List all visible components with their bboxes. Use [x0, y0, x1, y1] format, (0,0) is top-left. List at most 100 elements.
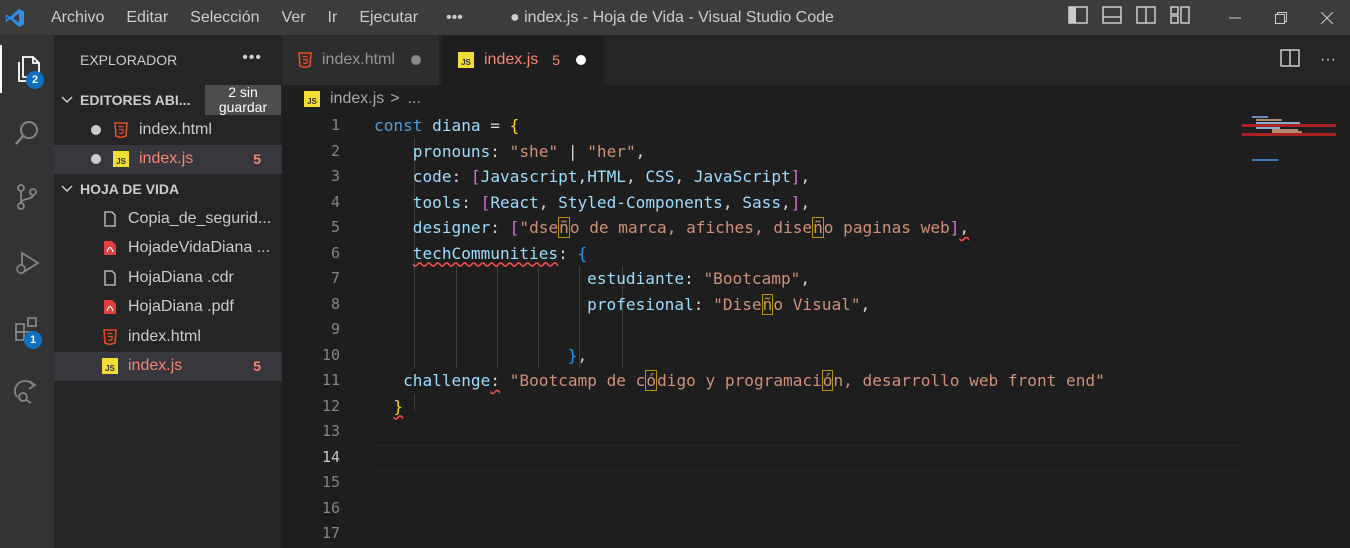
source-control-icon[interactable]: [0, 173, 54, 221]
code-line: techCommunities: {: [374, 241, 587, 267]
chevron-down-icon: [54, 185, 80, 193]
unsaved-dot-icon[interactable]: [410, 55, 421, 65]
extensions-icon[interactable]: 1: [0, 305, 54, 353]
minimap[interactable]: [1242, 113, 1350, 548]
code-token: o de marca, afiches, dise: [569, 218, 813, 237]
unsaved-dot-icon[interactable]: [91, 124, 101, 135]
code-token: ,: [959, 218, 970, 237]
file-item[interactable]: Copia_de_segurid...: [54, 204, 282, 234]
line-number-gutter: 1 2 3 4 5 6 7 8 9 10 11 12 13 14 15 16 17: [282, 113, 344, 548]
file-item[interactable]: HojadeVidaDiana ...: [54, 234, 282, 264]
search-icon[interactable]: [0, 109, 54, 157]
tab-index-js[interactable]: JS index.js 5: [442, 35, 604, 85]
line-number: 3: [330, 167, 340, 185]
code-token: "Bootcamp de c: [509, 371, 646, 390]
code-token: :: [451, 167, 471, 186]
explorer-more-actions-icon[interactable]: •••: [242, 49, 262, 67]
code-token: pronouns: [412, 141, 491, 161]
line-number: 6: [330, 243, 340, 262]
file-item[interactable]: HojaDiana .pdf: [54, 293, 282, 323]
code-token: [: [470, 167, 481, 186]
line-number: 13: [321, 422, 340, 440]
menu-ver[interactable]: Ver: [271, 0, 317, 35]
code-token: digo y programaci: [657, 371, 822, 390]
remote-explorer-icon[interactable]: [0, 367, 54, 415]
open-editor-item[interactable]: JS index.js 5: [54, 144, 282, 174]
file-item[interactable]: index.html: [54, 322, 282, 352]
explorer-icon[interactable]: 2: [0, 45, 54, 93]
breadcrumb-file[interactable]: index.js: [330, 90, 384, 108]
run-debug-icon[interactable]: [0, 239, 54, 287]
line-number: 12: [321, 396, 340, 415]
tab-label: index.js: [484, 51, 539, 68]
code-token: |: [558, 141, 588, 161]
explorer-header: EXPLORADOR •••: [54, 35, 282, 85]
menu-archivo[interactable]: Archivo: [40, 0, 115, 35]
html5-icon: [113, 121, 129, 138]
tab-index-html[interactable]: index.html: [282, 35, 439, 85]
code-token: ,: [860, 294, 871, 314]
menu-seleccion[interactable]: Selección: [179, 0, 270, 35]
code-token: "Bootcamp": [703, 269, 801, 288]
pdf-icon: [102, 240, 118, 256]
code-token: =: [480, 116, 510, 135]
code-token: }: [567, 345, 578, 365]
code-line: }: [374, 394, 403, 420]
menu-editar[interactable]: Editar: [115, 0, 179, 35]
code-line: challenge: "Bootcamp de código y program…: [374, 368, 1105, 394]
close-icon[interactable]: [1304, 0, 1350, 35]
code-token: HTML: [587, 167, 626, 186]
toggle-primary-sidebar-icon[interactable]: [1068, 6, 1088, 29]
line-number: 17: [321, 524, 340, 542]
vertical-scrollbar[interactable]: [1336, 113, 1350, 548]
code-line: },: [374, 343, 587, 369]
code-editor[interactable]: 1 2 3 4 5 6 7 8 9 10 11 12 13 14 15 16 17 const diana = …: [282, 113, 1350, 548]
folder-section[interactable]: HOJA DE VIDA: [54, 174, 282, 204]
file-icon: [102, 211, 118, 227]
code-token: "Dise: [713, 294, 762, 314]
current-line-highlight: [374, 445, 1242, 471]
split-editor-icon[interactable]: [1280, 48, 1300, 72]
menu-more[interactable]: •••: [435, 0, 474, 35]
activity-bar: 2 1: [0, 35, 54, 548]
code-token: {: [577, 243, 588, 263]
unsaved-dot-icon[interactable]: [91, 154, 101, 165]
code-token: ]: [790, 192, 801, 212]
line-number: 8: [330, 294, 340, 313]
line-number: 9: [330, 320, 340, 338]
code-line: designer: ["dseño de marca, afiches, dis…: [374, 215, 969, 241]
breadcrumb-symbol[interactable]: ...: [408, 90, 421, 108]
code-token: :: [461, 192, 481, 212]
file-item[interactable]: JS index.js 5: [54, 351, 282, 381]
restore-icon[interactable]: [1258, 0, 1304, 35]
minimize-icon[interactable]: [1212, 0, 1258, 35]
file-label: index.js: [128, 357, 183, 375]
more-actions-icon[interactable]: ···: [1320, 51, 1336, 69]
javascript-icon: JS: [458, 52, 474, 68]
javascript-icon: JS: [102, 358, 118, 375]
file-item[interactable]: HojaDiana .cdr: [54, 263, 282, 293]
open-editor-item[interactable]: index.html: [54, 115, 282, 145]
customize-layout-icon[interactable]: [1170, 6, 1190, 29]
code-token: :: [490, 371, 500, 390]
unsaved-count-badge: 2 sin guardar: [205, 85, 281, 115]
code-token: ,: [635, 141, 646, 161]
code-token: :: [558, 243, 578, 263]
toggle-secondary-sidebar-icon[interactable]: [1136, 6, 1156, 29]
code-token: o Visual": [773, 294, 861, 314]
open-editors-section[interactable]: EDITORES ABI... 2 sin guardar: [54, 85, 282, 115]
code-token: :: [490, 218, 510, 237]
code-token: :: [490, 141, 510, 161]
unsaved-dot-icon[interactable]: [576, 55, 587, 65]
menu-ir[interactable]: Ir: [317, 0, 349, 35]
code-token: ,: [577, 167, 588, 186]
code-token: ]: [949, 218, 960, 237]
menu-ejecutar[interactable]: Ejecutar: [348, 0, 429, 35]
toggle-panel-icon[interactable]: [1102, 6, 1122, 29]
line-number: 4: [330, 192, 340, 211]
tab-label: index.html: [322, 51, 395, 68]
